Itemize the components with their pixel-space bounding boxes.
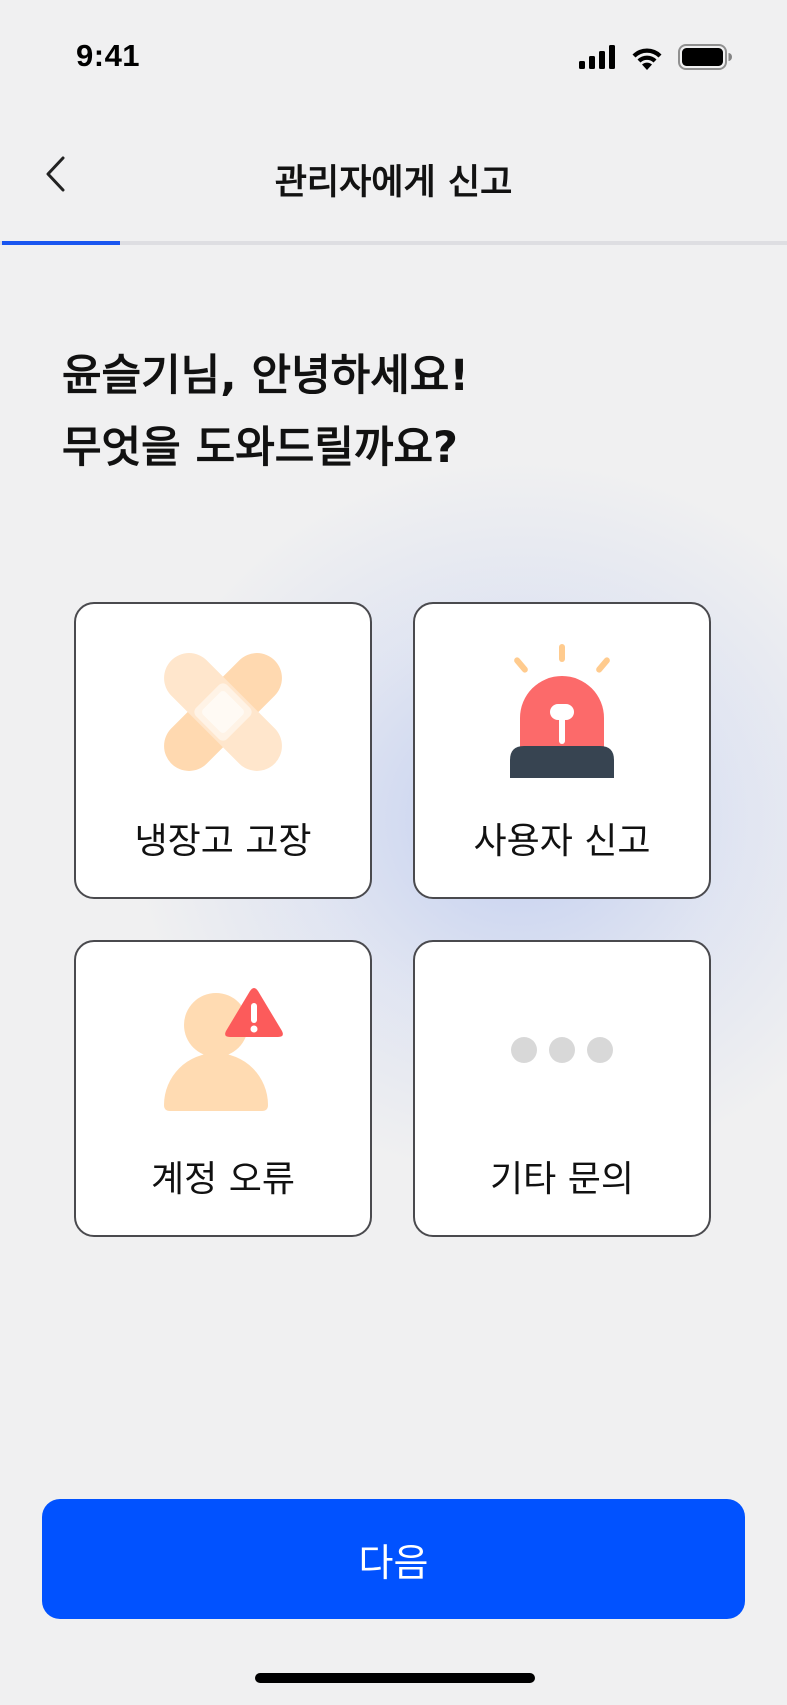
status-bar: 9:41 (0, 0, 787, 110)
header: 관리자에게 신고 (0, 140, 787, 220)
option-card-fridge-repair[interactable]: 냉장고 고장 (74, 602, 372, 899)
next-button-label: 다음 (358, 1540, 429, 1585)
option-card-account-error[interactable]: 계정 오류 (74, 940, 372, 1237)
card-icon-wrap (415, 982, 709, 1122)
card-icon-wrap (415, 644, 709, 784)
page-title: 관리자에게 신고 (274, 163, 513, 203)
bandage-icon (158, 647, 288, 781)
card-icon-wrap (76, 982, 370, 1122)
greeting: 윤슬기님, 안녕하세요! 무엇을 도와드릴까요? (62, 340, 469, 484)
option-card-other-inquiry[interactable]: 기타 문의 (413, 940, 711, 1237)
user-warning-icon (158, 987, 288, 1117)
greeting-line-1: 윤슬기님, 안녕하세요! (62, 351, 469, 401)
progress-fill (2, 241, 120, 245)
option-label: 사용자 신고 (473, 821, 651, 862)
wifi-icon (630, 45, 664, 74)
siren-icon (502, 644, 622, 784)
next-button[interactable]: 다음 (42, 1499, 745, 1619)
option-label: 냉장고 고장 (134, 821, 312, 862)
option-label: 기타 문의 (490, 1159, 634, 1200)
status-time: 9:41 (76, 38, 141, 73)
signal-icon (579, 45, 616, 73)
status-icons (579, 44, 732, 74)
progress-track (0, 241, 787, 245)
screen: 9:41 관리자에게 신고 윤슬기님, 안녕하세요! 무엇을 도와드릴까요? 냉… (0, 0, 787, 1705)
more-dots-icon (507, 1035, 617, 1069)
option-card-user-report[interactable]: 사용자 신고 (413, 602, 711, 899)
home-indicator (255, 1673, 535, 1683)
card-icon-wrap (76, 644, 370, 784)
option-label: 계정 오류 (151, 1159, 295, 1200)
battery-icon (678, 44, 732, 74)
greeting-line-2: 무엇을 도와드릴까요? (62, 423, 458, 473)
